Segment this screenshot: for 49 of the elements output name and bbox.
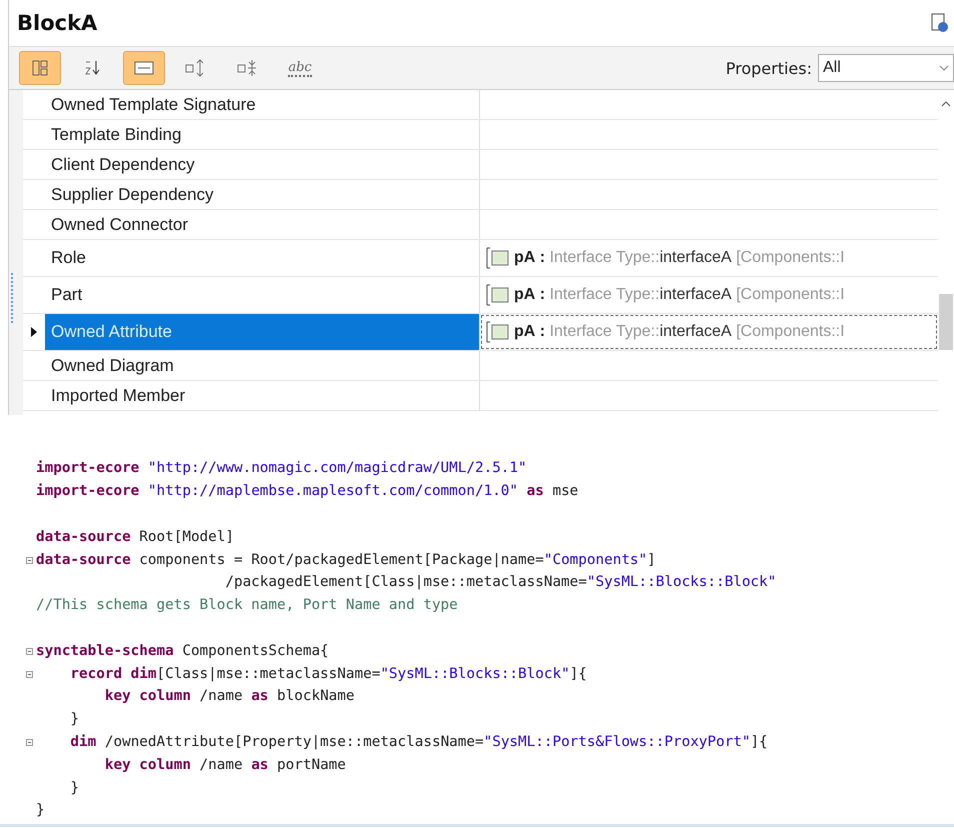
code-line: import-ecore "http://www.nomagic.com/magicdraw/UML/2.5.1" — [36, 460, 527, 476]
property-value[interactable]: pA : Interface Type::interfaceA [Components::I — [480, 277, 938, 313]
code-line: /packagedElement[Class|mse::metaclassName="SysML::Blocks::Block" — [224, 574, 776, 590]
code-line: } — [69, 780, 80, 796]
row-pointer-icon — [31, 327, 37, 337]
property-name[interactable]: Owned Attribute — [45, 314, 480, 350]
property-value[interactable]: pA : Interface Type::interfaceA [Components::I — [480, 314, 938, 350]
code-line: } — [69, 711, 80, 728]
port-icon — [486, 284, 510, 306]
port-icon — [486, 321, 510, 343]
grouped-button[interactable] — [19, 51, 61, 85]
grid-icon — [31, 59, 49, 77]
property-name[interactable]: Owned Connector — [45, 210, 480, 239]
panel-icon — [134, 61, 154, 75]
code-line: key column /name as portName — [104, 756, 346, 773]
code-line: synctable-schema ComponentsSchema{ — [36, 642, 329, 659]
code-line: data-source components = Root/packagedElement[Package|name="Components"] — [36, 552, 656, 568]
fold-icon[interactable] — [26, 556, 33, 564]
compact-button[interactable] — [123, 51, 165, 85]
property-name[interactable]: Supplier Dependency — [45, 180, 480, 209]
property-name[interactable]: Role — [45, 240, 480, 276]
code-line: data-source Root[Model] — [36, 528, 234, 545]
scroll-thumb[interactable] — [939, 294, 953, 350]
code-line: key column /name as blockName — [104, 688, 354, 704]
fold-icon[interactable] — [26, 670, 33, 678]
property-value[interactable]: pA : Interface Type::interfaceA [Components::I — [480, 240, 938, 276]
property-name[interactable]: Imported Member — [45, 381, 480, 410]
property-name[interactable]: Template Binding — [45, 120, 480, 149]
property-name[interactable]: Part — [45, 277, 480, 313]
property-name[interactable]: Client Dependency — [45, 150, 480, 179]
fold-icon[interactable] — [26, 648, 33, 655]
code-line: } — [36, 802, 45, 818]
code-line: record dim[Class|mse::metaclassName="SysML::Blocks::Block"]{ — [69, 666, 587, 682]
port-icon — [486, 247, 510, 269]
code-line: //This schema gets Block name, Port Name and type — [36, 597, 458, 614]
splitter-handle[interactable] — [11, 272, 16, 322]
properties-dropdown[interactable]: All — [818, 54, 954, 82]
code-line: import-ecore "http://maplembse.maplesoft.com/common/1.0" as mse — [36, 483, 578, 500]
arrow-up-icon[interactable] — [941, 100, 951, 108]
property-name[interactable]: Owned Template Signature — [45, 90, 480, 119]
panel-title: BlockA — [17, 11, 98, 35]
sort-icon — [83, 59, 101, 77]
fold-icon[interactable] — [26, 738, 33, 746]
text-toggle-button[interactable]: abc — [279, 51, 321, 85]
code-line: dim /ownedAttribute[Property|mse::metaclassName="SysML::Ports&Flows::ProxyPort"]{ — [69, 734, 768, 750]
property-name[interactable]: Owned Diagram — [45, 351, 480, 380]
filter-label: Properties: — [726, 58, 812, 78]
caret-icon — [939, 65, 949, 71]
document-icon[interactable] — [930, 12, 950, 34]
